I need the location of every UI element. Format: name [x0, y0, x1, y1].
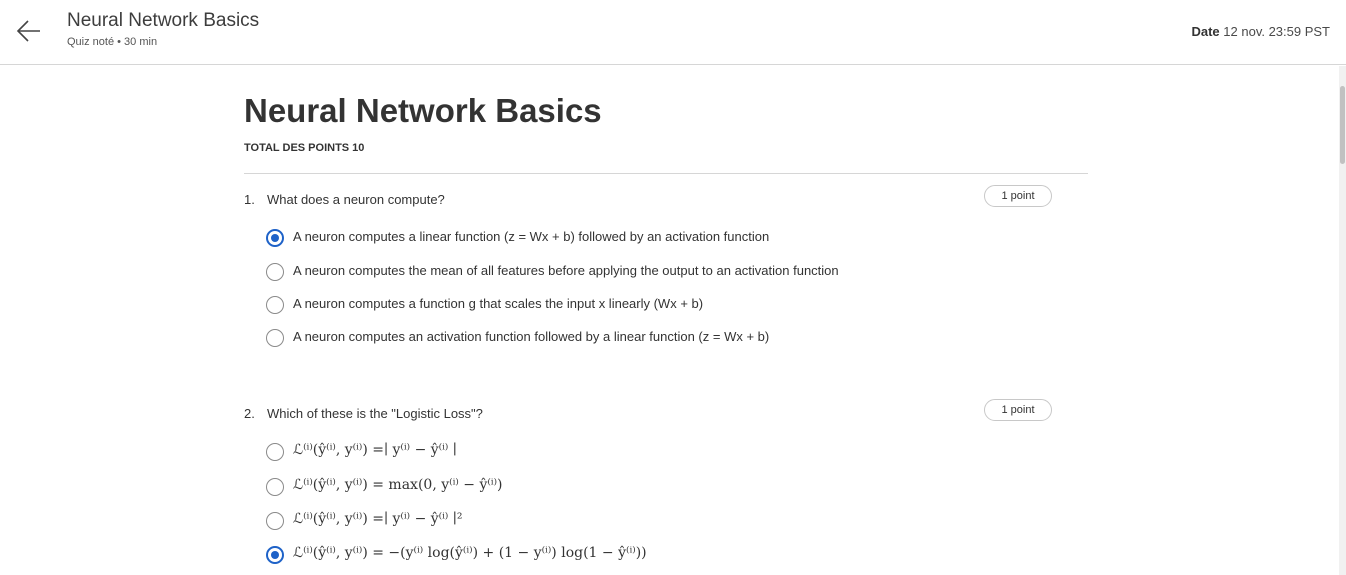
option-label: ℒ⁽ⁱ⁾(ŷ⁽ⁱ⁾, y⁽ⁱ⁾) =∣ y⁽ⁱ⁾ − ŷ⁽ⁱ⁾ ∣² — [293, 511, 463, 527]
radio-button[interactable] — [266, 296, 284, 314]
option-label: A neuron computes an activation function… — [293, 329, 770, 344]
radio-button[interactable] — [266, 478, 284, 496]
header-subtitle: Quiz noté • 30 min — [67, 36, 158, 48]
option-label: ℒ⁽ⁱ⁾(ŷ⁽ⁱ⁾, y⁽ⁱ⁾) = max(0, y⁽ⁱ⁾ − ŷ⁽ⁱ⁾) — [293, 477, 503, 493]
option-label: ℒ⁽ⁱ⁾(ŷ⁽ⁱ⁾, y⁽ⁱ⁾) =∣ y⁽ⁱ⁾ − ŷ⁽ⁱ⁾ ∣ — [293, 442, 457, 458]
answer-option[interactable]: ℒ⁽ⁱ⁾(ŷ⁽ⁱ⁾, y⁽ⁱ⁾) =∣ y⁽ⁱ⁾ − ŷ⁽ⁱ⁾ ∣ — [266, 442, 1066, 464]
answer-option[interactable]: A neuron computes an activation function… — [266, 328, 1066, 350]
top-bar: Neural Network Basics Quiz noté • 30 min… — [0, 0, 1346, 65]
scrollbar-thumb[interactable] — [1340, 86, 1345, 164]
header-title: Neural Network Basics — [67, 10, 260, 31]
radio-button[interactable] — [266, 263, 284, 281]
arrow-left-icon[interactable] — [14, 16, 44, 46]
question-number: 1. — [244, 192, 255, 207]
total-points: TOTAL DES POINTS 10 — [244, 142, 365, 154]
answer-option[interactable]: ℒ⁽ⁱ⁾(ŷ⁽ⁱ⁾, y⁽ⁱ⁾) = −(y⁽ⁱ⁾ log(ŷ⁽ⁱ⁾) + (1… — [266, 545, 1066, 567]
points-badge: 1 point — [984, 185, 1052, 207]
question-number: 2. — [244, 406, 255, 421]
option-label: A neuron computes a linear function (z =… — [293, 229, 770, 244]
answer-option[interactable]: A neuron computes a function g that scal… — [266, 295, 1066, 317]
question-text: What does a neuron compute? — [267, 192, 445, 207]
scrollbar[interactable] — [1339, 66, 1346, 575]
radio-button[interactable] — [266, 329, 284, 347]
answer-option[interactable]: A neuron computes the mean of all featur… — [266, 262, 1066, 284]
answer-option[interactable]: ℒ⁽ⁱ⁾(ŷ⁽ⁱ⁾, y⁽ⁱ⁾) = max(0, y⁽ⁱ⁾ − ŷ⁽ⁱ⁾) — [266, 477, 1066, 499]
divider — [244, 173, 1088, 174]
due-label: Date — [1191, 24, 1220, 39]
question-text: Which of these is the "Logistic Loss"? — [267, 406, 483, 421]
option-label: A neuron computes a function g that scal… — [293, 296, 704, 311]
radio-button[interactable] — [266, 229, 284, 247]
option-label: A neuron computes the mean of all featur… — [293, 263, 839, 278]
answer-option[interactable]: ℒ⁽ⁱ⁾(ŷ⁽ⁱ⁾, y⁽ⁱ⁾) =∣ y⁽ⁱ⁾ − ŷ⁽ⁱ⁾ ∣² — [266, 511, 1066, 533]
points-badge: 1 point — [984, 399, 1052, 421]
radio-button[interactable] — [266, 512, 284, 530]
due-value: 12 nov. 23:59 PST — [1223, 24, 1330, 39]
due-date: Date 12 nov. 23:59 PST — [1191, 24, 1330, 39]
radio-button[interactable] — [266, 546, 284, 564]
page-title: Neural Network Basics — [244, 92, 602, 129]
option-label: ℒ⁽ⁱ⁾(ŷ⁽ⁱ⁾, y⁽ⁱ⁾) = −(y⁽ⁱ⁾ log(ŷ⁽ⁱ⁾) + (1… — [293, 545, 647, 561]
radio-button[interactable] — [266, 443, 284, 461]
answer-option[interactable]: A neuron computes a linear function (z =… — [266, 228, 1066, 250]
